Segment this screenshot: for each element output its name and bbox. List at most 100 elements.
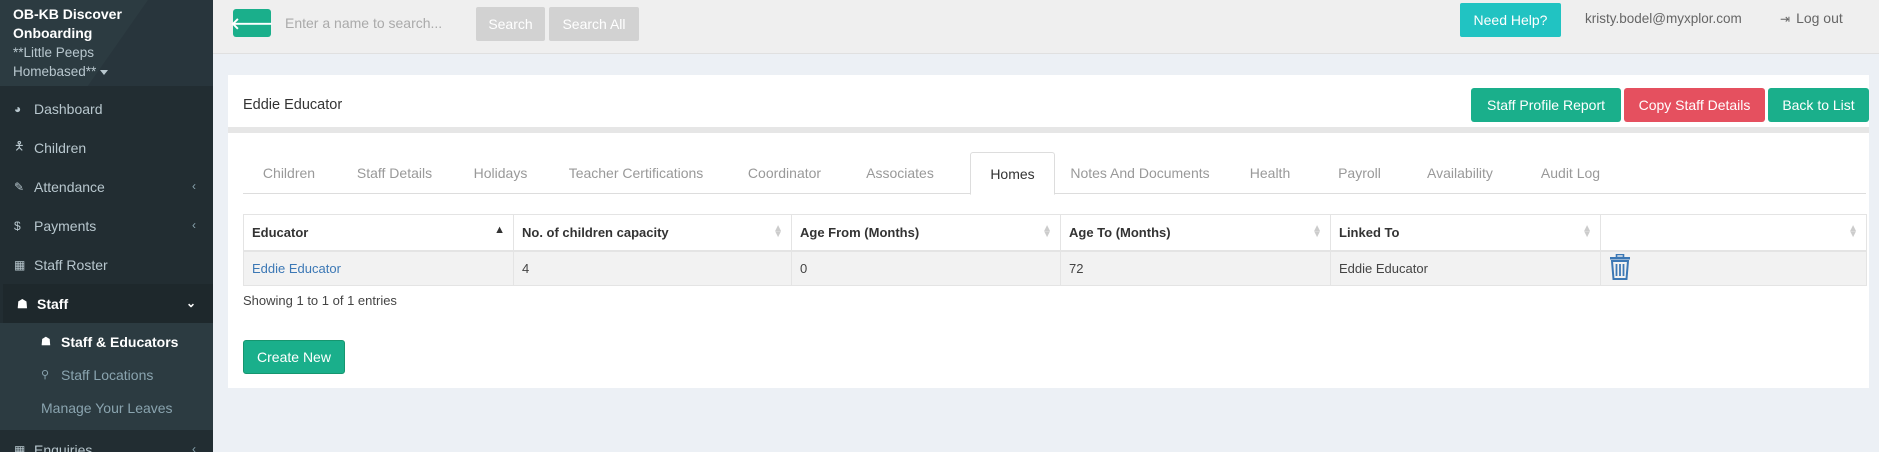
sidebar-menu: ◕ Dashboard 🯅 Children ✎ Attendance ‹ $ … (0, 89, 213, 452)
staff-profile-report-button[interactable]: Staff Profile Report (1471, 88, 1621, 122)
staff-tabs: Children Staff Details Holidays Teacher … (243, 152, 1866, 195)
sort-icon: ▲ ▼ (773, 223, 783, 240)
cell-educator: Eddie Educator (243, 250, 514, 286)
brand-service-line2[interactable]: Homebased** (13, 62, 200, 81)
chevron-down-icon: ⌄ (185, 296, 196, 310)
search-input[interactable] (279, 8, 459, 38)
caret-down-icon (100, 69, 109, 75)
sort-icon: ▲ ▼ (1582, 223, 1592, 240)
sidebar-item-payments[interactable]: $ Payments ‹ (0, 206, 213, 245)
back-to-list-button[interactable]: Back to List (1768, 88, 1869, 122)
staff-detail-panel: Eddie Educator Staff Profile Report Copy… (228, 75, 1869, 388)
column-header-label: Educator (252, 224, 309, 240)
cell-actions (1600, 250, 1867, 286)
sidebar-subitem-staff-educators[interactable]: ☗ Staff & Educators (0, 325, 213, 358)
sidebar-item-staff[interactable]: ☗ Staff ⌄ (0, 284, 213, 323)
edit-icon: ✎ (14, 179, 25, 194)
sidebar-item-label: Staff Roster (34, 256, 108, 273)
sidebar-item-staff-roster[interactable]: ▦ Staff Roster (0, 245, 213, 284)
tab-homes[interactable]: Homes (970, 152, 1055, 195)
back-arrow-button[interactable]: 🡐 (230, 9, 274, 37)
sidebar-item-label: Payments (34, 217, 97, 234)
sidebar-item-label: Dashboard (34, 100, 103, 117)
column-header-label: Age From (Months) (800, 224, 920, 240)
page-title: Eddie Educator (243, 97, 343, 113)
calendar-icon: ▦ (14, 257, 26, 272)
homes-table: Educator ▲ No. of children capacity ▲ ▼ Age… (243, 214, 1867, 286)
staff-submenu: ☗ Staff & Educators ⚲ Staff Locations Ma… (0, 323, 213, 430)
sidebar-item-label: Staff (37, 295, 69, 312)
sidebar-subitem-staff-locations[interactable]: ⚲ Staff Locations (0, 358, 213, 391)
cell-age-to: 72 (1060, 250, 1331, 286)
arrow-left-icon: 🡐 (230, 15, 274, 33)
column-header-label: Age To (Months) (1069, 224, 1171, 240)
sidebar-subitem-label: Staff Locations (61, 366, 154, 383)
brand-service-name: Homebased** (13, 64, 97, 79)
sidebar-subitem-label: Staff & Educators (61, 333, 179, 350)
sign-out-icon: ⇥ (1780, 12, 1791, 26)
column-header-actions[interactable]: ▲ ▼ (1600, 214, 1867, 252)
column-header-linked-to[interactable]: Linked To ▲ ▼ (1330, 214, 1601, 252)
chevron-left-icon: ‹ (192, 442, 196, 452)
chevron-left-icon: ‹ (192, 218, 196, 232)
copy-staff-details-button[interactable]: Copy Staff Details (1624, 88, 1765, 122)
sidebar-item-label: Attendance (34, 178, 105, 195)
tab-teacher-certifications[interactable]: Teacher Certifications (547, 152, 725, 194)
tab-holidays[interactable]: Holidays (454, 152, 547, 194)
tab-audit-log[interactable]: Audit Log (1516, 152, 1625, 194)
cell-age-from: 0 (791, 250, 1061, 286)
cell-linked-to: Eddie Educator (1330, 250, 1601, 286)
column-header-educator[interactable]: Educator ▲ (243, 214, 514, 252)
tab-staff-details[interactable]: Staff Details (335, 152, 454, 194)
search-button[interactable]: Search (476, 7, 545, 41)
sidebar-item-dashboard[interactable]: ◕ Dashboard (0, 89, 213, 128)
sidebar: OB-KB Discover Onboarding **Little Peeps… (0, 0, 213, 452)
brand-name-line2: Onboarding (13, 25, 93, 41)
sidebar-item-label: Enquiries (34, 441, 93, 452)
sort-icon: ▲ ▼ (1312, 223, 1322, 240)
tab-notes-and-documents[interactable]: Notes And Documents (1055, 152, 1225, 194)
sidebar-subitem-label: Manage Your Leaves (41, 399, 173, 416)
tab-coordinator[interactable]: Coordinator (725, 152, 844, 194)
column-header-label: No. of children capacity (522, 224, 669, 240)
table-row: Eddie Educator 4 0 72 Eddie Educator (243, 250, 1867, 286)
table-info: Showing 1 to 1 of 1 entries (243, 293, 397, 308)
search-all-button[interactable]: Search All (549, 7, 639, 41)
sort-icon: ▲ ▼ (1042, 223, 1052, 240)
sitemap-icon: ☗ (41, 336, 51, 348)
tab-children[interactable]: Children (243, 152, 335, 194)
brand-name-line1: OB-KB Discover (13, 6, 122, 22)
trash-icon[interactable] (1609, 253, 1631, 283)
sidebar-item-attendance[interactable]: ✎ Attendance ‹ (0, 167, 213, 206)
dollar-icon: $ (14, 218, 21, 233)
create-new-button[interactable]: Create New (243, 340, 345, 374)
need-help-button[interactable]: Need Help? (1460, 3, 1561, 37)
sidebar-item-children[interactable]: 🯅 Children (0, 128, 213, 167)
sort-icon: ▲ ▼ (1848, 223, 1858, 240)
sort-asc-icon: ▲ (494, 224, 505, 236)
user-email[interactable]: kristy.bodel@myxplor.com (1585, 11, 1742, 26)
column-header-capacity[interactable]: No. of children capacity ▲ ▼ (513, 214, 792, 252)
child-icon: 🯅 (14, 139, 25, 153)
tab-associates[interactable]: Associates (844, 152, 956, 194)
educator-link[interactable]: Eddie Educator (252, 261, 341, 276)
column-header-age-from[interactable]: Age From (Months) ▲ ▼ (791, 214, 1061, 252)
tab-availability[interactable]: Availability (1404, 152, 1516, 194)
logout-link[interactable]: ⇥ Log out (1780, 10, 1843, 26)
brand-service-line1: **Little Peeps (13, 45, 95, 60)
map-marker-icon: ⚲ (41, 369, 50, 381)
cell-capacity: 4 (513, 250, 792, 286)
sidebar-item-label: Children (34, 139, 87, 156)
tab-health[interactable]: Health (1225, 152, 1315, 194)
topbar: 🡐 Search Search All Need Help? kristy.bo… (213, 0, 1879, 54)
grid-icon: ▦ (14, 442, 26, 452)
sitemap-icon: ☗ (17, 296, 28, 311)
column-header-age-to[interactable]: Age To (Months) ▲ ▼ (1060, 214, 1331, 252)
brand-switcher[interactable]: OB-KB Discover Onboarding **Little Peeps… (0, 0, 213, 86)
tab-payroll[interactable]: Payroll (1315, 152, 1404, 194)
table-header-row: Educator ▲ No. of children capacity ▲ ▼ Age… (243, 214, 1867, 252)
chevron-left-icon: ‹ (192, 179, 196, 193)
sidebar-item-enquiries[interactable]: ▦ Enquiries ‹ (0, 430, 213, 452)
sidebar-subitem-manage-leaves[interactable]: Manage Your Leaves (0, 391, 213, 424)
panel-header: Eddie Educator Staff Profile Report Copy… (228, 75, 1869, 133)
